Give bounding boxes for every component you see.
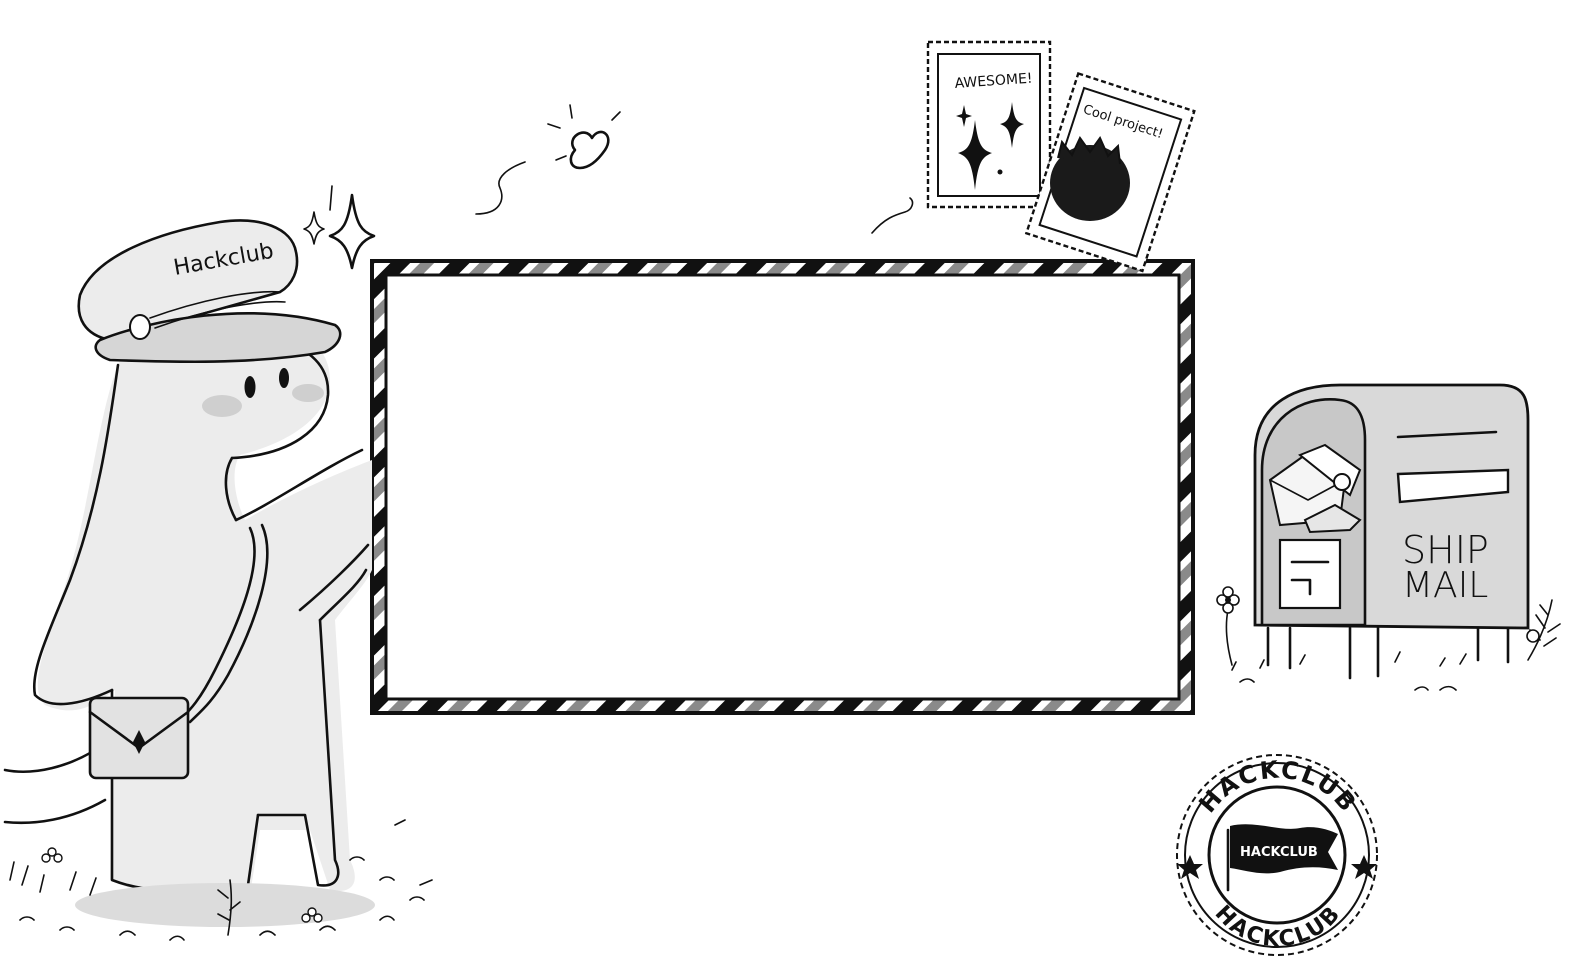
sparkle-icon	[303, 185, 376, 270]
flower-left-of-mailbox	[1216, 586, 1240, 666]
fern-right-of-mailbox	[1526, 599, 1561, 661]
stamp-awesome: AWESOME!	[926, 40, 1052, 209]
mailbox: SHIP MAIL	[1253, 383, 1530, 680]
postal-cap: Hackclub	[77, 219, 342, 364]
mailbox-line2: MAIL	[1402, 565, 1488, 606]
striped-frame	[370, 259, 1195, 715]
scene-drawing: Hackclub AWESOME! Cool project! SHIP MAI…	[3, 40, 1561, 956]
doodle-trail	[871, 197, 914, 234]
hackclub-seal: HACKCLUB HACKCLUB HACKCLUB	[1176, 754, 1378, 956]
butterfly-icon	[475, 104, 621, 215]
seal-flag-label: HACKCLUB	[1240, 845, 1318, 860]
illustration-canvas: Hackclub AWESOME! Cool project! SHIP MAI…	[0, 0, 1575, 975]
stamp-cool-project: Cool project!	[1024, 71, 1196, 273]
mascot-dinosaur	[3, 320, 375, 927]
